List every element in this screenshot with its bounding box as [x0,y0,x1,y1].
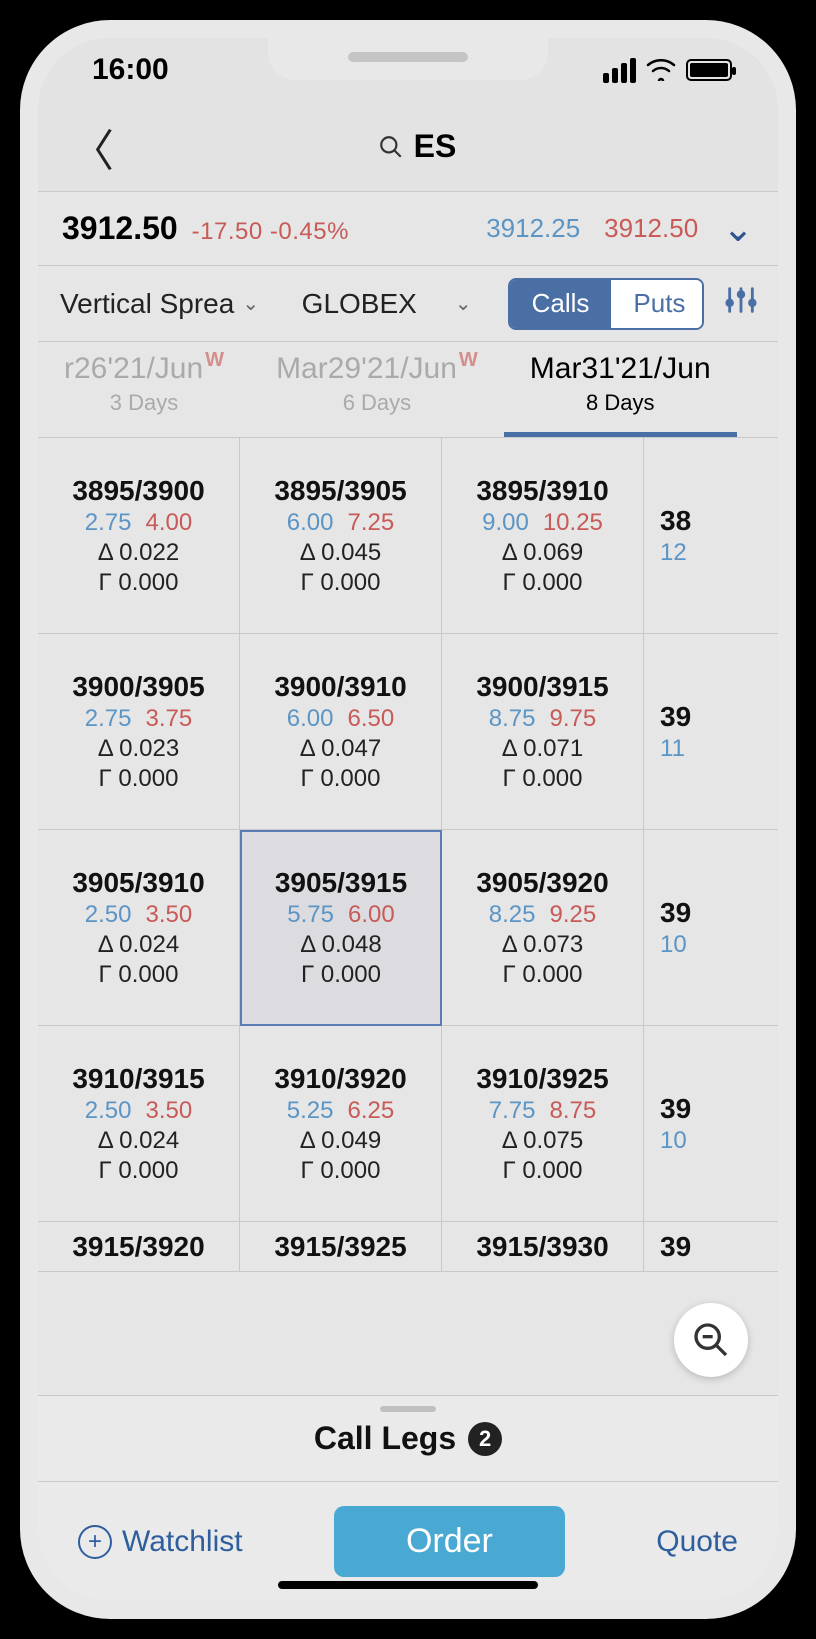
search-icon [378,134,404,160]
expiry-tabs[interactable]: r26'21/JunW3 DaysMar29'21/JunW6 DaysMar3… [38,342,778,438]
spread-cell[interactable]: 3900/39052.753.75Δ 0.023Γ 0.000 [38,634,240,830]
exchange-dropdown[interactable]: GLOBEX ⌄ [302,288,472,320]
status-icons [603,58,732,83]
price-change: -17.50 -0.45% [192,218,349,246]
drag-handle[interactable] [380,1406,436,1412]
spread-cell[interactable]: 3910 [644,1026,778,1222]
spread-cell[interactable]: 3900/39158.759.75Δ 0.071Γ 0.000 [442,634,644,830]
spread-cell[interactable]: 39 [644,1222,778,1272]
spread-cell[interactable]: 3812 [644,438,778,634]
expand-quote-button[interactable]: ⌄ [722,206,754,251]
watchlist-label: Watchlist [122,1525,243,1559]
quote-link[interactable]: Quote [656,1525,738,1559]
spread-cell[interactable]: 3915/3925 [240,1222,442,1272]
wifi-icon [646,59,676,81]
expiry-tab[interactable]: Mar29'21/JunW6 Days [250,342,504,437]
search-header: 〈 ES [38,102,778,192]
calls-puts-toggle: Calls Puts [508,278,704,330]
legs-label: Call Legs [314,1420,456,1457]
add-watchlist-button[interactable]: + Watchlist [78,1525,243,1559]
expiry-tab[interactable]: r26'21/JunW3 Days [38,342,250,437]
spread-cell[interactable]: 3915/3920 [38,1222,240,1272]
ask-price: 3912.50 [604,213,698,244]
home-indicator[interactable] [278,1581,538,1589]
search-symbol: ES [414,128,457,165]
spread-cell[interactable]: 3905/39208.259.25Δ 0.073Γ 0.000 [442,830,644,1026]
strategy-dropdown[interactable]: Vertical Sprea ⌄ [60,288,284,320]
clock: 16:00 [92,53,169,87]
quote-bar: 3912.50 -17.50 -0.45% 3912.25 3912.50 ⌄ [38,192,778,266]
spread-cell[interactable]: 3900/39106.006.50Δ 0.047Γ 0.000 [240,634,442,830]
plus-circle-icon: + [78,1525,112,1559]
spread-cell[interactable]: 3910/39152.503.50Δ 0.024Γ 0.000 [38,1026,240,1222]
filter-button[interactable] [722,279,760,329]
expiry-tab[interactable]: Mar31'21/Jun8 Days [504,342,737,437]
bid-price: 3912.25 [486,213,580,244]
spread-cell[interactable]: 3910 [644,830,778,1026]
chevron-down-icon: ⌄ [242,291,259,316]
search-field[interactable]: ES [126,128,708,165]
exchange-label: GLOBEX [302,288,417,320]
strategy-label: Vertical Sprea [60,288,234,320]
spread-cell[interactable]: 3895/39002.754.00Δ 0.022Γ 0.000 [38,438,240,634]
spread-cell[interactable]: 3905/39102.503.50Δ 0.024Γ 0.000 [38,830,240,1026]
spread-grid[interactable]: 3895/39002.754.00Δ 0.022Γ 0.0003895/3905… [38,438,778,1395]
spread-cell[interactable]: 3911 [644,634,778,830]
puts-tab[interactable]: Puts [611,280,704,328]
chevron-down-icon: ⌄ [455,291,472,316]
zoom-out-button[interactable] [674,1303,748,1377]
back-button[interactable]: 〈 [58,107,126,187]
spread-cell[interactable]: 3905/39155.756.00Δ 0.048Γ 0.000 [240,830,442,1026]
legs-drawer[interactable]: Call Legs 2 [38,1395,778,1481]
last-price: 3912.50 [62,210,178,247]
spread-cell[interactable]: 3895/39109.0010.25Δ 0.069Γ 0.000 [442,438,644,634]
strategy-bar: Vertical Sprea ⌄ GLOBEX ⌄ Calls Puts [38,266,778,342]
battery-icon [686,59,732,81]
spread-cell[interactable]: 3915/3930 [442,1222,644,1272]
cellular-icon [603,58,636,83]
spread-cell[interactable]: 3895/39056.007.25Δ 0.045Γ 0.000 [240,438,442,634]
order-button[interactable]: Order [334,1506,565,1577]
spread-cell[interactable]: 3910/39257.758.75Δ 0.075Γ 0.000 [442,1026,644,1222]
spread-cell[interactable]: 3910/39205.256.25Δ 0.049Γ 0.000 [240,1026,442,1222]
legs-count: 2 [468,1422,502,1456]
calls-tab[interactable]: Calls [510,280,612,328]
